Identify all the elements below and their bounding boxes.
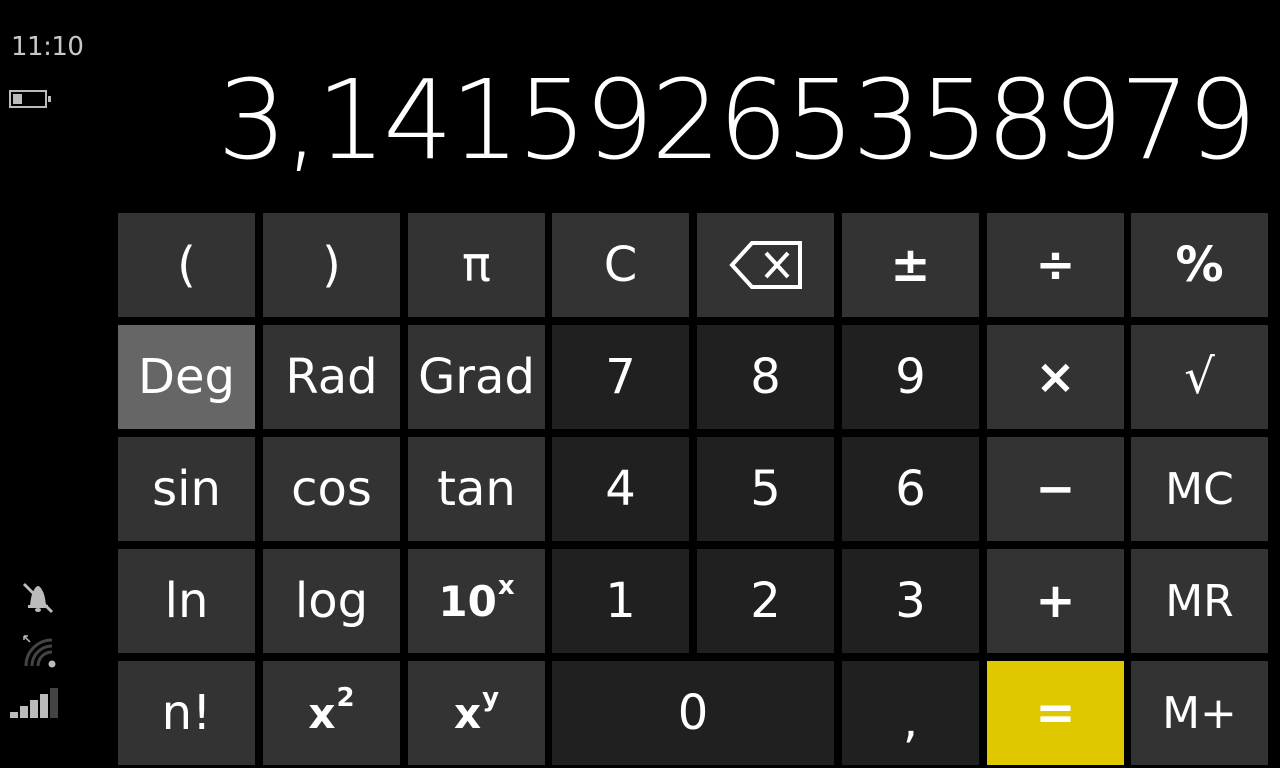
ln-label: ln: [164, 573, 209, 629]
clear-button[interactable]: C: [552, 213, 689, 317]
digit-0-label: 0: [677, 685, 709, 741]
digit-3-button[interactable]: 3: [842, 549, 979, 653]
signal-strength-icon: [10, 688, 58, 718]
square-label: x2: [308, 683, 354, 738]
digit-6-label: 6: [895, 461, 926, 517]
digit-1-label: 1: [605, 573, 636, 629]
minus-button[interactable]: −: [987, 437, 1124, 541]
signal-bar: [10, 712, 18, 718]
digit-7-button[interactable]: 7: [552, 325, 689, 429]
cos-button[interactable]: cos: [263, 437, 400, 541]
mc-label: MC: [1165, 463, 1234, 515]
cos-label: cos: [291, 461, 372, 517]
pi-label: π: [462, 237, 491, 293]
status-bar: 11:10: [0, 0, 110, 768]
plus-minus-label: ±: [890, 237, 931, 293]
digit-0-button[interactable]: 0: [552, 661, 834, 765]
square-base: x: [308, 688, 336, 738]
memory-add-button[interactable]: M+: [1131, 661, 1268, 765]
digit-4-label: 4: [605, 461, 636, 517]
memory-recall-button[interactable]: MR: [1131, 549, 1268, 653]
digit-3-label: 3: [895, 573, 926, 629]
open-paren-label: (: [177, 237, 196, 293]
factorial-label: n!: [161, 685, 212, 741]
minus-label: −: [1035, 461, 1076, 517]
rad-label: Rad: [285, 349, 378, 405]
digit-4-button[interactable]: 4: [552, 437, 689, 541]
multiply-label: ×: [1035, 349, 1076, 405]
decimal-label: ,: [902, 693, 919, 749]
digit-2-label: 2: [750, 573, 781, 629]
mplus-label: M+: [1162, 687, 1237, 739]
percent-label: %: [1175, 237, 1224, 293]
signal-bar: [20, 706, 28, 718]
open-paren-button[interactable]: (: [118, 213, 255, 317]
signal-bar: [40, 694, 48, 718]
sin-label: sin: [152, 461, 221, 517]
digit-8-label: 8: [750, 349, 781, 405]
deg-label: Deg: [138, 349, 235, 405]
battery-icon: [9, 90, 51, 108]
digit-9-button[interactable]: 9: [842, 325, 979, 429]
ln-button[interactable]: ln: [118, 549, 255, 653]
power-exponent: y: [482, 682, 500, 713]
ten-exponent: x: [497, 570, 515, 601]
digit-5-label: 5: [750, 461, 781, 517]
backspace-icon: [728, 241, 802, 289]
divide-label: ÷: [1035, 237, 1076, 293]
plus-button[interactable]: +: [987, 549, 1124, 653]
tan-button[interactable]: tan: [408, 437, 545, 541]
log-button[interactable]: log: [263, 549, 400, 653]
factorial-button[interactable]: n!: [118, 661, 255, 765]
power-label: xy: [453, 683, 499, 738]
clock: 11:10: [11, 32, 84, 62]
backspace-button[interactable]: [697, 213, 834, 317]
ten-base: 10: [438, 576, 497, 626]
digit-9-label: 9: [895, 349, 926, 405]
multiply-button[interactable]: ×: [987, 325, 1124, 429]
close-paren-button[interactable]: ): [263, 213, 400, 317]
quiet-hours-bell-icon: [22, 582, 54, 614]
divide-button[interactable]: ÷: [987, 213, 1124, 317]
equals-button[interactable]: =: [987, 661, 1124, 765]
power-base: x: [453, 688, 482, 738]
sqrt-button[interactable]: √: [1131, 325, 1268, 429]
log-label: log: [294, 573, 369, 629]
close-paren-label: ): [322, 237, 341, 293]
digit-1-button[interactable]: 1: [552, 549, 689, 653]
plus-label: +: [1035, 573, 1076, 629]
mr-label: MR: [1165, 575, 1234, 627]
digit-7-label: 7: [605, 349, 636, 405]
square-exponent: 2: [336, 682, 355, 713]
decimal-button[interactable]: ,: [842, 661, 979, 765]
wifi-icon: [23, 635, 56, 668]
plus-minus-button[interactable]: ±: [842, 213, 979, 317]
signal-bar: [30, 700, 38, 718]
tan-label: tan: [437, 461, 516, 517]
equals-label: =: [1035, 685, 1076, 741]
digit-2-button[interactable]: 2: [697, 549, 834, 653]
digit-8-button[interactable]: 8: [697, 325, 834, 429]
rad-mode-button[interactable]: Rad: [263, 325, 400, 429]
digit-6-button[interactable]: 6: [842, 437, 979, 541]
ten-power-button[interactable]: 10x: [408, 549, 545, 653]
result-display: 3,14159265358979: [217, 56, 1257, 184]
percent-button[interactable]: %: [1131, 213, 1268, 317]
power-button[interactable]: xy: [408, 661, 545, 765]
digit-5-button[interactable]: 5: [697, 437, 834, 541]
ten-power-label: 10x: [438, 571, 514, 626]
pi-button[interactable]: π: [408, 213, 545, 317]
deg-mode-button[interactable]: Deg: [118, 325, 255, 429]
sin-button[interactable]: sin: [118, 437, 255, 541]
sqrt-label: √: [1184, 349, 1215, 405]
grad-mode-button[interactable]: Grad: [408, 325, 545, 429]
signal-bar: [50, 688, 58, 718]
memory-clear-button[interactable]: MC: [1131, 437, 1268, 541]
grad-label: Grad: [418, 349, 535, 405]
square-button[interactable]: x2: [263, 661, 400, 765]
clear-label: C: [603, 237, 638, 293]
